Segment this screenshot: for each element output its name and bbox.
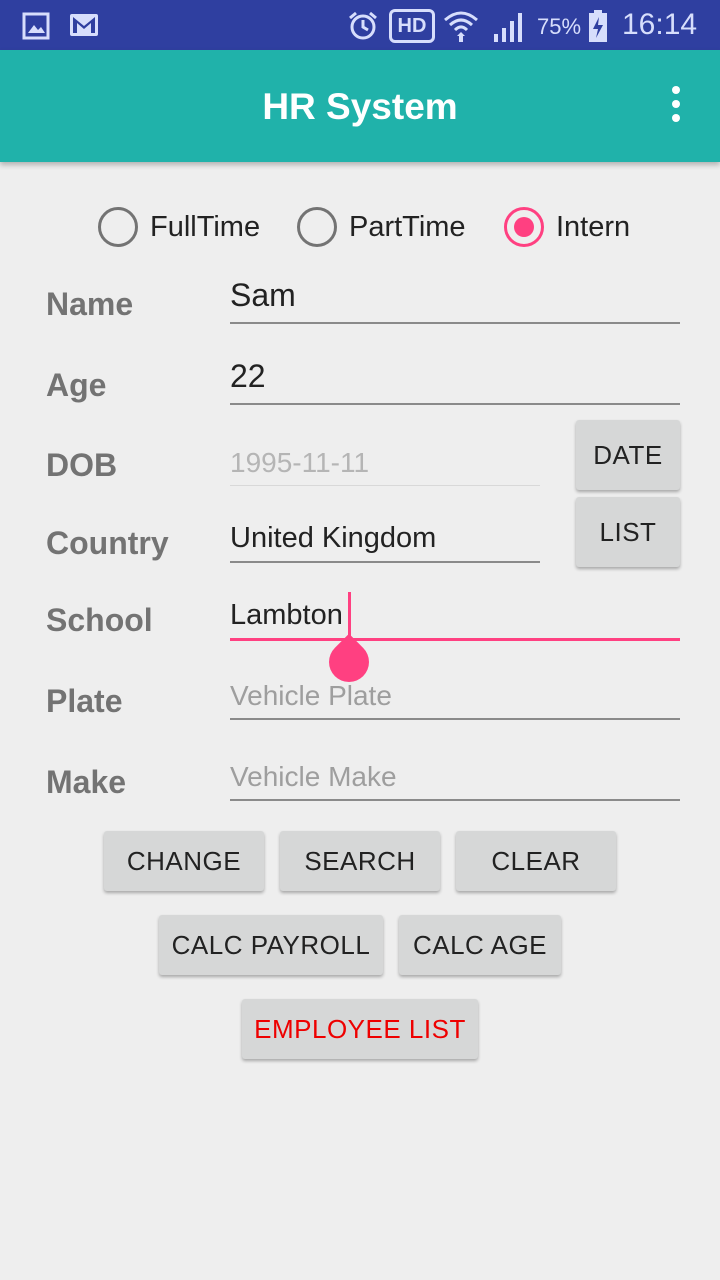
- make-label: Make: [46, 764, 127, 800]
- country-label: Country: [46, 525, 169, 561]
- country-value: United Kingdom: [230, 522, 437, 554]
- dob-value: 1995-11-11: [230, 447, 370, 478]
- country-field[interactable]: United Kingdom: [230, 513, 540, 563]
- radio-intern-circle: [504, 207, 544, 247]
- signal-icon: [494, 13, 522, 42]
- radio-fulltime-circle: [98, 207, 138, 247]
- age-label: Age: [46, 367, 107, 403]
- name-field[interactable]: Sam: [230, 274, 680, 324]
- radio-parttime[interactable]: PartTime: [297, 205, 466, 249]
- app-title: HR System: [262, 86, 458, 127]
- age-field[interactable]: 22: [230, 355, 680, 405]
- radio-fulltime[interactable]: FullTime: [98, 205, 260, 249]
- change-button[interactable]: CHANGE: [104, 831, 264, 891]
- school-value: Lambton: [230, 599, 343, 631]
- dob-field: 1995-11-11: [230, 436, 540, 486]
- clock: 16:14: [622, 8, 698, 41]
- hd-icon: HD: [389, 9, 435, 43]
- make-placeholder: Vehicle Make: [230, 761, 397, 792]
- app-bar: HR System: [0, 50, 720, 162]
- gallery-icon: [22, 12, 50, 40]
- radio-fulltime-label: FullTime: [150, 210, 261, 243]
- make-field[interactable]: Vehicle Make: [230, 751, 680, 801]
- alarm-icon: [349, 11, 377, 40]
- radio-intern-label: Intern: [556, 210, 631, 243]
- age-value: 22: [230, 358, 266, 394]
- list-button[interactable]: LIST: [576, 497, 680, 567]
- wifi-icon: [444, 11, 478, 42]
- hd-label: HD: [397, 15, 427, 37]
- school-label: School: [46, 602, 153, 638]
- gmail-icon: [70, 14, 98, 36]
- date-button[interactable]: DATE: [576, 420, 680, 490]
- battery-percent: 75%: [537, 14, 582, 39]
- plate-field[interactable]: Vehicle Plate: [230, 670, 680, 720]
- clear-button[interactable]: CLEAR: [456, 831, 616, 891]
- employee-list-button[interactable]: EMPLOYEE LIST: [242, 999, 478, 1059]
- calc-age-button[interactable]: CALC AGE: [399, 915, 561, 975]
- dob-label: DOB: [46, 447, 118, 483]
- calc-payroll-button[interactable]: CALC PAYROLL: [159, 915, 383, 975]
- radio-intern[interactable]: Intern: [504, 205, 630, 249]
- status-bar: HD 75% 16:14: [0, 0, 720, 50]
- text-cursor: [348, 592, 351, 636]
- search-button[interactable]: SEARCH: [280, 831, 440, 891]
- plate-label: Plate: [46, 683, 123, 719]
- school-field[interactable]: Lambton: [230, 591, 680, 641]
- overflow-menu-icon[interactable]: [662, 86, 690, 126]
- name-label: Name: [46, 286, 134, 322]
- battery-charging-icon: [589, 10, 607, 42]
- plate-placeholder: Vehicle Plate: [230, 680, 392, 711]
- name-value: Sam: [230, 277, 296, 313]
- radio-parttime-label: PartTime: [349, 210, 466, 243]
- radio-parttime-circle: [297, 207, 337, 247]
